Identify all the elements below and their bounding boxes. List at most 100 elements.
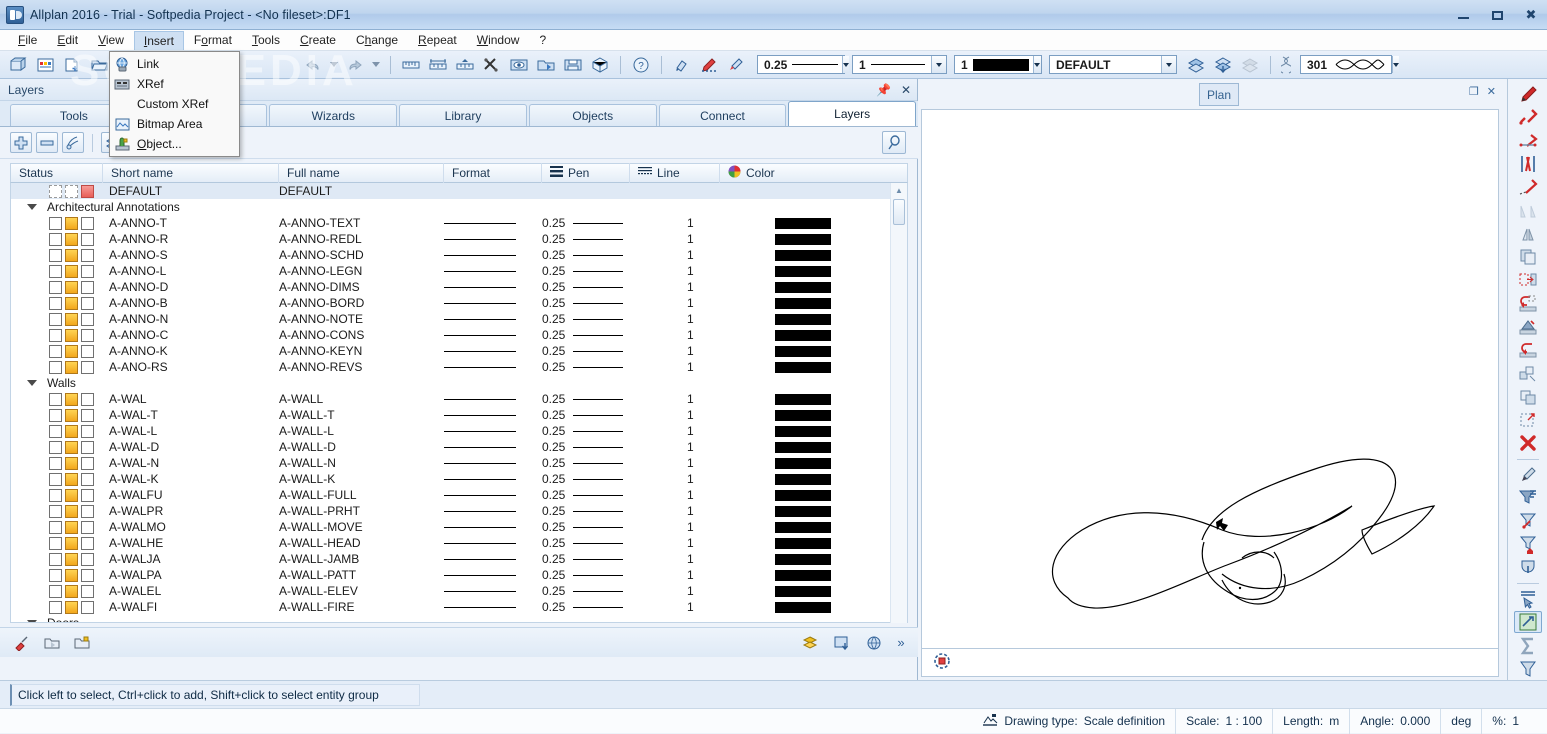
menu-view[interactable]: View bbox=[88, 30, 134, 50]
layer-status-checkbox-2[interactable] bbox=[81, 296, 94, 310]
status-drawing-type[interactable]: Drawing type: Scale definition bbox=[972, 709, 1175, 734]
layer-status-checkbox-0[interactable] bbox=[49, 424, 62, 438]
table-row[interactable]: A-ANO-RS A-ANNO-REVS 0.25 1 bbox=[11, 359, 907, 375]
layer-status-checkbox-1[interactable] bbox=[65, 280, 78, 294]
help-icon[interactable]: ? bbox=[629, 54, 653, 76]
table-row[interactable]: A-WAL-L A-WALL-L 0.25 1 bbox=[11, 423, 907, 439]
split-element-icon[interactable] bbox=[1514, 106, 1542, 128]
filter-list-icon[interactable] bbox=[1514, 487, 1542, 509]
menu-file[interactable]: File bbox=[8, 30, 47, 50]
menu-item-xref[interactable]: XRef bbox=[110, 74, 239, 94]
layer-status-checkbox-0[interactable] bbox=[49, 328, 62, 342]
pick-color-icon[interactable] bbox=[724, 54, 748, 76]
visibility-icon[interactable] bbox=[507, 54, 531, 76]
align-icon[interactable] bbox=[1514, 199, 1542, 221]
copy-icon[interactable] bbox=[1514, 246, 1542, 268]
table-row[interactable]: A-ANNO-D A-ANNO-DIMS 0.25 1 bbox=[11, 279, 907, 295]
measure-area-icon[interactable] bbox=[453, 54, 477, 76]
undo-icon[interactable] bbox=[301, 54, 325, 76]
color-combo[interactable]: 1 bbox=[954, 55, 1042, 74]
layer-status-checkbox-1[interactable] bbox=[65, 408, 78, 422]
layer-status-checkbox-0[interactable] bbox=[49, 360, 62, 374]
table-row[interactable]: A-ANNO-L A-ANNO-LEGN 0.25 1 bbox=[11, 263, 907, 279]
layer-status-checkbox-0[interactable] bbox=[49, 216, 62, 230]
table-row[interactable]: A-WALPA A-WALL-PATT 0.25 1 bbox=[11, 567, 907, 583]
measure-length-icon[interactable] bbox=[399, 54, 423, 76]
layer-status-checkbox-1[interactable] bbox=[65, 392, 78, 406]
redo-dropdown-icon[interactable] bbox=[370, 54, 382, 76]
layer-status-checkbox-1[interactable] bbox=[65, 488, 78, 502]
column-short-name[interactable]: Short name bbox=[103, 163, 279, 183]
table-row[interactable]: A-WAL A-WALL 0.25 1 bbox=[11, 391, 907, 407]
chevron-down-icon[interactable] bbox=[1392, 56, 1400, 73]
layer-status-checkbox-1[interactable] bbox=[65, 344, 78, 358]
layer-select-icon[interactable] bbox=[1184, 54, 1208, 76]
minimize-icon[interactable] bbox=[1453, 5, 1473, 25]
redo-icon[interactable] bbox=[343, 54, 367, 76]
stack-icon[interactable] bbox=[1514, 386, 1542, 408]
layer-status-checkbox-2[interactable] bbox=[81, 392, 94, 406]
pin-icon[interactable]: 📌 bbox=[876, 83, 891, 97]
layer-status-checkbox-0[interactable] bbox=[49, 264, 62, 278]
layer-status-checkbox-0[interactable] bbox=[49, 344, 62, 358]
scroll-up-icon[interactable]: ▲ bbox=[891, 183, 907, 197]
layer-status-checkbox-1[interactable] bbox=[65, 552, 78, 566]
table-row[interactable]: A-ANNO-K A-ANNO-KEYN 0.25 1 bbox=[11, 343, 907, 359]
menu-item-custom-xref[interactable]: Custom XRef bbox=[110, 94, 239, 114]
menu-window[interactable]: Window bbox=[467, 30, 530, 50]
column-full-name[interactable]: Full name bbox=[279, 163, 444, 183]
menu-create[interactable]: Create bbox=[290, 30, 346, 50]
mirror-line-icon[interactable] bbox=[1514, 153, 1542, 175]
layer-status-checkbox-2[interactable] bbox=[81, 568, 94, 582]
layer-status-checkbox-1[interactable] bbox=[65, 456, 78, 470]
drawing-file-icon[interactable] bbox=[33, 54, 57, 76]
menu-item-link[interactable]: Link bbox=[110, 54, 239, 74]
group-copy-icon[interactable] bbox=[1514, 362, 1542, 384]
table-row[interactable]: A-WALPR A-WALL-PRHT 0.25 1 bbox=[11, 503, 907, 519]
layer-status-checkbox-0[interactable] bbox=[49, 248, 62, 262]
layer-file-icon[interactable] bbox=[534, 54, 558, 76]
layer-status-checkbox-2[interactable] bbox=[81, 344, 94, 358]
layer-off-icon[interactable] bbox=[1238, 54, 1262, 76]
filter-point-icon[interactable] bbox=[1514, 510, 1542, 532]
layer-status-checkbox-0[interactable] bbox=[49, 408, 62, 422]
plan-tab[interactable]: Plan bbox=[1199, 83, 1239, 106]
offset-region-icon[interactable] bbox=[1514, 409, 1542, 431]
layer-status-checkbox-2[interactable] bbox=[81, 216, 94, 230]
layers-table-body[interactable]: DEFAULT DEFAULT Architectural Annotations A… bbox=[10, 183, 908, 623]
copy-file-icon[interactable] bbox=[60, 54, 84, 76]
table-row[interactable]: A-ANNO-N A-ANNO-NOTE 0.25 1 bbox=[11, 311, 907, 327]
column-status[interactable]: Status bbox=[11, 163, 103, 183]
layer-status-checkbox-1[interactable] bbox=[65, 440, 78, 454]
table-row[interactable]: A-ANNO-T A-ANNO-TEXT 0.25 1 bbox=[11, 215, 907, 231]
layer-status-checkbox-2[interactable] bbox=[81, 552, 94, 566]
layer-link-icon[interactable] bbox=[62, 132, 84, 153]
layer-status-checkbox-2[interactable] bbox=[81, 328, 94, 342]
layer-status-checkbox-0[interactable] bbox=[49, 504, 62, 518]
select-layer-icon[interactable] bbox=[10, 632, 34, 654]
table-row[interactable]: A-WAL-K A-WALL-K 0.25 1 bbox=[11, 471, 907, 487]
modify-format-icon[interactable] bbox=[697, 54, 721, 76]
layers-scrollbar[interactable]: ▲ bbox=[890, 183, 907, 623]
close-icon[interactable]: ✕ bbox=[901, 83, 911, 97]
tab-wizards[interactable]: Wizards bbox=[269, 104, 398, 126]
layer-status-checkbox-0[interactable] bbox=[49, 584, 62, 598]
layer-status-checkbox-2[interactable] bbox=[81, 184, 94, 198]
layer-status-checkbox-1[interactable] bbox=[65, 248, 78, 262]
layer-set-icon[interactable] bbox=[1211, 54, 1235, 76]
column-format[interactable]: Format bbox=[444, 163, 542, 183]
table-row[interactable]: A-ANNO-B A-ANNO-BORD 0.25 1 bbox=[11, 295, 907, 311]
tools-icon[interactable] bbox=[480, 54, 504, 76]
column-line[interactable]: Line bbox=[630, 163, 720, 183]
layer-status-checkbox-2[interactable] bbox=[81, 248, 94, 262]
layer-status-checkbox-2[interactable] bbox=[81, 584, 94, 598]
stretch-icon[interactable] bbox=[1514, 176, 1542, 198]
layer-status-checkbox-1[interactable] bbox=[65, 568, 78, 582]
filter-down-icon[interactable] bbox=[1514, 557, 1542, 579]
layer-status-checkbox-1[interactable] bbox=[65, 312, 78, 326]
menu-format[interactable]: Format bbox=[184, 30, 242, 50]
filter-home-icon[interactable] bbox=[1514, 533, 1542, 555]
restore-icon[interactable]: ❐ bbox=[1469, 85, 1479, 98]
save-copy-icon[interactable] bbox=[561, 54, 585, 76]
layer-status-checkbox-1[interactable] bbox=[65, 232, 78, 246]
